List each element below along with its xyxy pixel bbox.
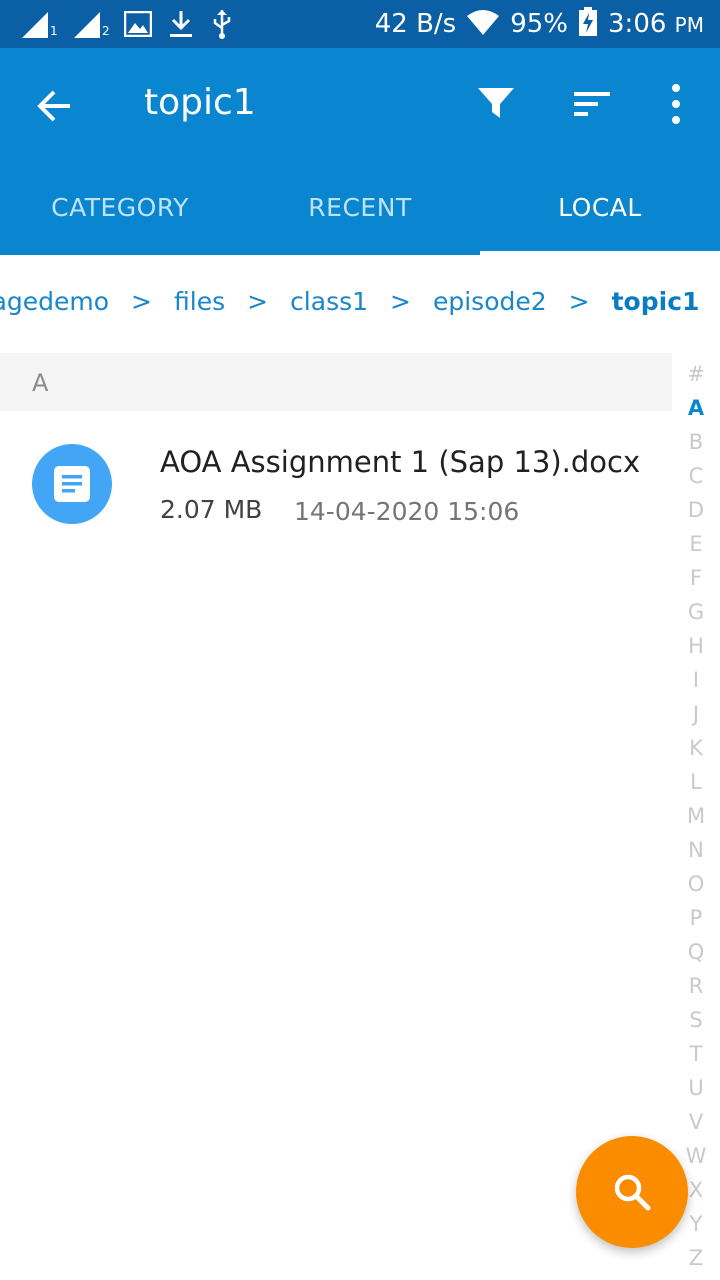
alphabet-index-letter[interactable]: B [672,430,720,454]
signal-sim2-icon: 2 [72,10,110,42]
alphabet-index-letter[interactable]: K [672,736,720,760]
status-bar: 1 2 42 B/s 95% 3:06 PM [0,0,720,48]
filter-icon [478,88,514,118]
alphabet-index-letter[interactable]: P [672,906,720,930]
alphabet-index-letter[interactable]: S [672,1008,720,1032]
clock-ampm: PM [674,13,704,37]
page-title: topic1 [144,82,256,123]
alphabet-index-letter[interactable]: # [672,362,720,386]
breadcrumb-item[interactable]: class1 [290,287,368,316]
battery-charging-icon [578,7,598,41]
sim2-label: 2 [102,24,110,38]
alphabet-index-letter[interactable]: U [672,1076,720,1100]
list-item[interactable]: AOA Assignment 1 (Sap 13).docx 2.07 MB 1… [0,411,672,561]
alphabet-index-letter[interactable]: E [672,532,720,556]
document-icon [32,444,112,524]
alphabet-index-letter[interactable]: R [672,974,720,998]
alphabet-index-letter[interactable]: H [672,634,720,658]
back-button[interactable] [28,78,84,134]
alphabet-index-letter[interactable]: F [672,566,720,590]
breadcrumb-item[interactable]: episode2 [433,287,547,316]
sort-icon [574,92,610,116]
sort-button[interactable] [566,78,618,130]
alphabet-index-letter[interactable]: J [672,702,720,726]
alphabet-index-letter[interactable]: N [672,838,720,862]
section-header-label: A [32,369,49,397]
app-bar: topic1 CATEGORY RECENT LOCAL [0,48,720,255]
toolbar: topic1 [0,48,720,160]
back-arrow-icon [37,90,70,122]
battery-percent: 95% [510,9,569,39]
file-date: 14-04-2020 15:06 [294,497,520,526]
breadcrumb-separator: > [568,287,590,316]
tab-recent[interactable]: RECENT [240,160,480,255]
breadcrumb: oragedemo > files > class1 > episode2 > … [0,255,720,353]
sim1-label: 1 [50,24,58,38]
alphabet-index-letter[interactable]: D [672,498,720,522]
usb-icon [210,8,234,44]
breadcrumb-separator: > [247,287,269,316]
breadcrumb-item-current[interactable]: topic1 [612,287,700,316]
alphabet-index-letter[interactable]: T [672,1042,720,1066]
tab-local[interactable]: LOCAL [480,160,720,255]
breadcrumb-item[interactable]: files [174,287,225,316]
filter-button[interactable] [470,78,522,130]
more-vert-icon [672,84,680,124]
tab-category[interactable]: CATEGORY [0,160,240,255]
alphabet-index-letter[interactable]: O [672,872,720,896]
alphabet-index-letter[interactable]: I [672,668,720,692]
alphabet-index-letter[interactable]: Q [672,940,720,964]
breadcrumb-separator: > [390,287,411,316]
clock: 3:06 PM [608,9,704,39]
alphabet-index[interactable]: # A B C D E F G H I J K L M N O P Q R S T U V W X Y Z [672,362,720,1280]
alphabet-index-letter[interactable]: G [672,600,720,624]
alphabet-index-letter[interactable]: V [672,1110,720,1134]
search-icon [614,1174,651,1211]
alphabet-index-letter[interactable]: Z [672,1246,720,1270]
file-size: 2.07 MB [160,495,263,524]
breadcrumb-item[interactable]: oragedemo [0,287,109,316]
section-header: A [0,353,672,411]
signal-sim1-icon: 1 [20,10,58,42]
search-fab-button[interactable] [576,1136,688,1248]
breadcrumb-separator: > [131,287,152,316]
image-icon [123,10,153,41]
more-options-button[interactable] [658,78,694,130]
network-speed: 42 B/s [374,9,457,39]
file-name: AOA Assignment 1 (Sap 13).docx [160,445,641,479]
alphabet-index-letter[interactable]: C [672,464,720,488]
alphabet-index-letter[interactable]: L [672,770,720,794]
wifi-icon [466,8,500,40]
clock-time: 3:06 [608,9,667,39]
alphabet-index-letter[interactable]: M [672,804,720,828]
download-icon [168,9,194,43]
alphabet-index-letter[interactable]: A [672,396,720,420]
tab-bar: CATEGORY RECENT LOCAL [0,160,720,255]
